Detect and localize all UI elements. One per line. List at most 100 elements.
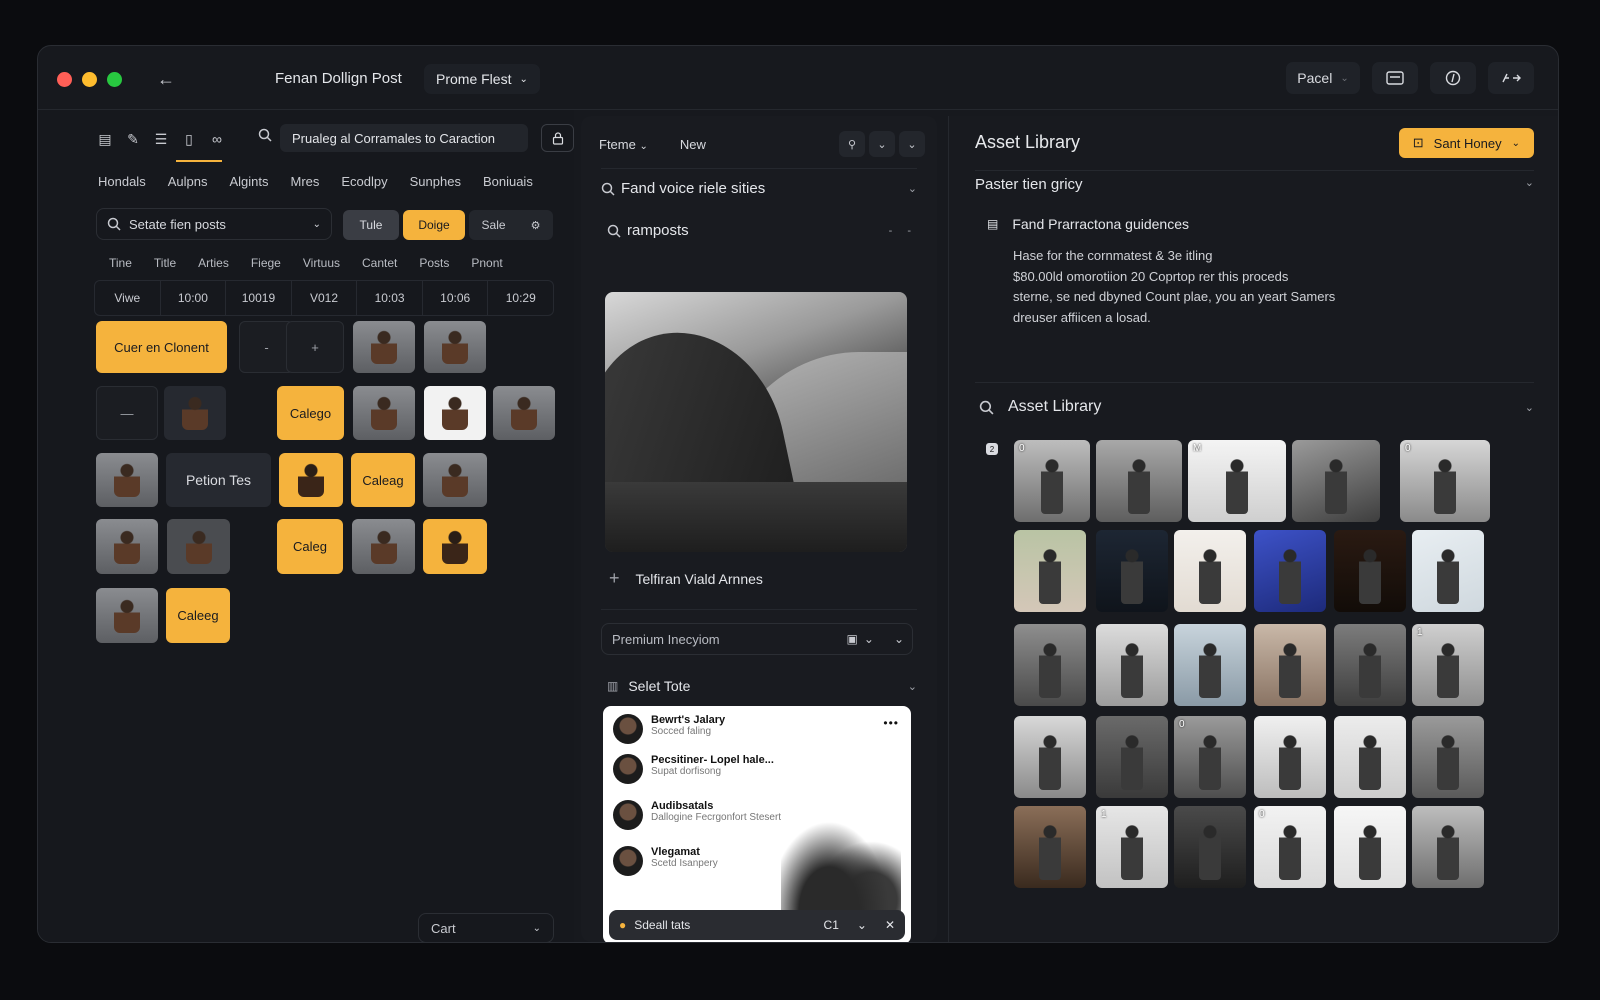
column-header[interactable]: Title [154,256,176,270]
chevron-down-icon[interactable]: ⌄ [899,131,925,157]
dash-tile[interactable]: — [96,386,158,440]
primary-action-button[interactable]: ⊡ Sant Honey ⌄ [1398,128,1534,158]
asset-thumbnail[interactable] [1014,806,1086,888]
landscape-photo[interactable] [605,292,907,552]
media-thumbnail[interactable] [353,386,415,440]
lock-icon[interactable] [541,124,574,152]
profile-dropdown[interactable]: Prome Flest ⌄ [424,64,540,94]
media-thumbnail[interactable] [164,386,226,440]
chevron-down-icon[interactable]: ⌄ [857,918,867,932]
tab-ecodlpy[interactable]: Ecodlpy [341,174,387,189]
asset-thumbnail[interactable] [1174,806,1246,888]
media-thumbnail[interactable] [424,386,486,440]
asset-thumbnail[interactable]: 0 [1174,716,1246,798]
column-header[interactable]: Posts [419,256,449,270]
theme-tab[interactable]: Fteme ⌄ [599,137,648,152]
feed-item[interactable]: Audibsatals Dallogine Fecrgonfort Stesert [613,800,781,830]
column-header[interactable]: Arties [198,256,229,270]
asset-thumbnail[interactable] [1174,530,1246,612]
asset-thumbnail[interactable] [1292,440,1380,522]
asset-thumbnail[interactable] [1014,716,1086,798]
media-thumbnail[interactable] [279,453,343,507]
menu-icon[interactable]: ☰ [150,128,172,150]
column-header[interactable]: Pnont [471,256,502,270]
asset-thumbnail[interactable] [1334,716,1406,798]
add-item-row[interactable]: + Telfiran Viald Arnnes [609,568,917,589]
media-thumbnail[interactable] [167,519,230,574]
link-icon[interactable]: ∞ [206,128,228,150]
asset-thumbnail[interactable]: M [1188,440,1286,522]
category-tile[interactable]: Caleag [351,453,415,507]
new-tab[interactable]: New [680,137,706,152]
media-thumbnail[interactable] [352,519,415,574]
asset-thumbnail[interactable] [1096,440,1182,522]
create-content-button[interactable]: Cuer en Clonent [96,321,227,373]
image-icon[interactable]: ▣ [847,632,858,646]
tab-hondals[interactable]: Hondals [98,174,146,189]
asset-library-section-header[interactable]: Asset Library ⌄ [979,398,1534,416]
asset-thumbnail[interactable]: 1 [1412,624,1484,706]
close-icon[interactable]: ✕ [885,918,895,932]
segment-tule[interactable]: Tule [343,210,399,240]
share-icon[interactable] [1488,62,1534,94]
media-thumbnail[interactable] [493,386,555,440]
asset-thumbnail[interactable] [1096,530,1168,612]
media-thumbnail[interactable] [96,453,158,507]
asset-thumbnail[interactable]: 0 [1014,440,1090,522]
segment-sale[interactable]: Sale ⚙ [469,210,553,240]
info-icon[interactable] [1430,62,1476,94]
category-tile[interactable]: Caleg [277,519,343,574]
asset-thumbnail[interactable]: 1 [1096,806,1168,888]
post-filter-dropdown[interactable]: Setate fien posts ⌄ [96,208,332,240]
chevron-down-icon[interactable]: ⌄ [864,632,874,646]
media-thumbnail[interactable] [423,453,487,507]
guidance-item[interactable]: ▤ Fand Prarractona guidences [987,216,1189,232]
asset-thumbnail[interactable]: 0 [1254,806,1326,888]
premium-input[interactable]: Premium Inecyiom ▣ ⌄ ⌄ [601,623,913,655]
chevron-down-icon[interactable]: ⌄ [894,632,904,646]
policy-section-header[interactable]: Paster tien gricy ⌄ [975,176,1534,193]
asset-thumbnail[interactable] [1254,716,1326,798]
feed-item[interactable]: Pecsitiner- Lopel hale... Supat dorfisong [613,754,774,784]
tab-algints[interactable]: Algints [229,174,268,189]
asset-thumbnail[interactable] [1254,624,1326,706]
asset-thumbnail[interactable] [1412,806,1484,888]
asset-thumbnail[interactable] [1096,624,1168,706]
add-button[interactable]: + [286,321,344,373]
maximize-window-button[interactable] [107,72,122,87]
category-tile[interactable]: Calego [277,386,344,440]
table-row[interactable]: Viwe 10:00 10019 V012 10:03 10:06 10:29 [94,280,554,316]
media-thumbnail[interactable] [353,321,415,373]
voice-section-header[interactable]: Fand voice riele sities ⌄ [601,180,917,197]
tab-mres[interactable]: Mres [290,174,319,189]
asset-thumbnail[interactable] [1334,624,1406,706]
column-header[interactable]: Virtuus [303,256,340,270]
tab-boniuais[interactable]: Boniuais [483,174,533,189]
back-arrow-icon[interactable]: ← [153,66,179,92]
media-thumbnail[interactable] [96,519,158,574]
petition-tile[interactable]: Petion Tes [166,453,271,507]
feed-item[interactable]: Vlegamat Scetd Isanpery [613,846,718,876]
category-tile[interactable]: Caleeg [166,588,230,643]
close-window-button[interactable] [57,72,72,87]
asset-thumbnail[interactable] [1254,530,1326,612]
segment-doige[interactable]: Doige [403,210,465,240]
asset-thumbnail[interactable] [1412,716,1484,798]
chevron-down-icon[interactable]: ⌄ [869,131,895,157]
select-tote-header[interactable]: ▥ Selet Tote ⌄ [607,678,917,694]
asset-thumbnail[interactable] [1412,530,1484,612]
user-icon[interactable]: ⚲ [839,131,865,157]
media-thumbnail[interactable] [424,321,486,373]
clipboard-icon[interactable]: ▤ [94,128,116,150]
document-icon[interactable]: ▯ [178,128,200,150]
minimize-window-button[interactable] [82,72,97,87]
feed-item[interactable]: Bewrt's Jalary Socced faling [613,714,725,744]
panel-button[interactable]: Pacel ⌄ [1286,62,1360,94]
asset-thumbnail[interactable] [1014,530,1086,612]
media-thumbnail[interactable] [423,519,487,574]
asset-thumbnail[interactable] [1096,716,1168,798]
column-header[interactable]: Fiege [251,256,281,270]
more-icon[interactable]: ••• [883,716,899,730]
asset-thumbnail[interactable] [1014,624,1086,706]
asset-thumbnail[interactable]: 0 [1400,440,1490,522]
